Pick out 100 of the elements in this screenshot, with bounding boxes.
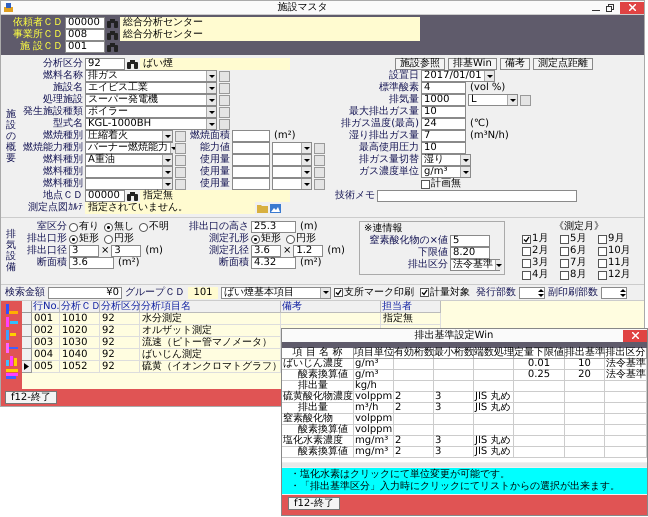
checkbox[interactable] xyxy=(598,258,607,268)
dropdown[interactable] xyxy=(272,178,312,190)
dropdown[interactable]: 2017/01/01 xyxy=(421,70,495,82)
lookup-button[interactable] xyxy=(219,70,230,82)
text-field[interactable]: 3.6 xyxy=(69,257,114,269)
lookup-button[interactable] xyxy=(219,82,230,94)
binoculars-icon[interactable] xyxy=(127,60,138,68)
text-field[interactable]: 00000 xyxy=(65,17,105,29)
binoculars-icon[interactable] xyxy=(127,192,138,200)
image-icon[interactable] xyxy=(270,204,281,212)
row-marker[interactable] xyxy=(22,313,32,325)
toolbar-icon[interactable] xyxy=(6,304,18,314)
dropdown[interactable]: 圧縮着火 xyxy=(85,130,173,142)
checkbox[interactable] xyxy=(560,270,569,280)
row-marker[interactable] xyxy=(22,325,32,337)
lookup-button[interactable] xyxy=(175,142,186,154)
toolbar-icon[interactable] xyxy=(6,317,18,327)
checkbox[interactable] xyxy=(598,234,607,244)
radio-button[interactable] xyxy=(104,222,113,232)
dropdown[interactable]: KGL-1000BH xyxy=(85,118,217,130)
dropdown[interactable]: エイビス工業 xyxy=(85,82,217,94)
row-marker[interactable] xyxy=(22,361,32,373)
row-marker[interactable] xyxy=(22,337,32,349)
command-button[interactable]: 測定点距離 xyxy=(532,58,593,70)
text-field[interactable]: 00000 xyxy=(85,190,125,202)
text-field[interactable]: 25.3 xyxy=(251,221,296,233)
checkbox[interactable] xyxy=(522,234,531,244)
text-field[interactable]: 1000 xyxy=(421,94,466,106)
lookup-button[interactable] xyxy=(219,118,230,130)
checkbox[interactable] xyxy=(421,180,430,188)
toolbar-icon[interactable] xyxy=(6,330,18,340)
dropdown[interactable]: 湿り xyxy=(421,154,471,166)
lookup-button[interactable] xyxy=(219,94,230,106)
exit-button[interactable]: f12-終了 xyxy=(288,497,340,510)
dropdown[interactable]: ボイラー xyxy=(85,106,217,118)
checkbox[interactable] xyxy=(598,246,607,256)
dropdown[interactable]: A重油 xyxy=(85,154,173,166)
checkbox[interactable] xyxy=(560,234,569,244)
command-button[interactable]: 備考 xyxy=(500,58,530,70)
lookup-button[interactable] xyxy=(520,94,531,106)
radio-button[interactable] xyxy=(139,222,148,232)
number-spinner[interactable] xyxy=(601,286,627,298)
text-field[interactable]: 3.6 xyxy=(251,245,281,257)
checkbox[interactable] xyxy=(598,270,607,280)
command-button[interactable]: 施設参照 xyxy=(395,58,445,70)
checkbox[interactable] xyxy=(334,288,343,297)
text-field[interactable] xyxy=(232,142,270,154)
dropdown[interactable]: スーパー発電機 xyxy=(85,94,217,106)
dropdown[interactable]: 法令基準 xyxy=(450,259,500,271)
lookup-button[interactable] xyxy=(219,106,230,118)
text-field[interactable]: 008 xyxy=(65,29,105,41)
lookup-button[interactable] xyxy=(175,154,186,166)
text-field[interactable]: 7 xyxy=(421,130,466,142)
dropdown[interactable] xyxy=(272,154,312,166)
checkbox[interactable] xyxy=(560,246,569,256)
lookup-button[interactable] xyxy=(175,166,186,178)
text-field[interactable]: 4 xyxy=(421,82,466,94)
text-field[interactable]: 24 xyxy=(421,118,466,130)
text-field[interactable]: 5 xyxy=(450,235,490,247)
number-spinner[interactable] xyxy=(519,286,545,298)
text-field[interactable]: 3 xyxy=(69,245,99,257)
text-field[interactable]: ¥0 xyxy=(48,286,122,298)
text-field[interactable]: 92 xyxy=(85,58,125,70)
text-field[interactable]: 8.20 xyxy=(450,247,490,259)
checkbox[interactable] xyxy=(522,246,531,256)
row-marker[interactable] xyxy=(22,349,32,361)
checkbox[interactable] xyxy=(522,270,531,280)
text-field[interactable] xyxy=(232,178,270,190)
lookup-button[interactable] xyxy=(314,166,325,178)
lookup-button[interactable] xyxy=(314,178,325,190)
exit-button[interactable]: f12-終了 xyxy=(5,391,57,404)
text-field[interactable] xyxy=(377,190,577,202)
radio-button[interactable] xyxy=(104,234,113,244)
lookup-button[interactable] xyxy=(314,142,325,154)
text-field[interactable] xyxy=(232,130,270,142)
radio-button[interactable] xyxy=(251,234,260,244)
close-button[interactable] xyxy=(620,2,644,14)
dropdown[interactable]: L xyxy=(468,94,518,106)
checkbox[interactable] xyxy=(560,258,569,268)
maximize-icon[interactable] xyxy=(606,4,614,12)
lookup-button[interactable] xyxy=(314,154,325,166)
text-field[interactable]: 3 xyxy=(111,245,142,257)
text-field[interactable]: 001 xyxy=(65,41,105,53)
radio-button[interactable] xyxy=(286,234,295,244)
checkbox[interactable] xyxy=(420,288,429,297)
text-field[interactable]: 1.2 xyxy=(293,245,324,257)
dropdown[interactable] xyxy=(85,166,173,178)
toolbar-icon[interactable] xyxy=(6,343,18,353)
command-button[interactable]: 排基Win xyxy=(448,58,497,70)
text-field[interactable]: 4.32 xyxy=(251,257,296,269)
toolbar-icon[interactable] xyxy=(6,369,18,379)
lookup-button[interactable] xyxy=(175,178,186,190)
radio-button[interactable] xyxy=(69,222,78,232)
close-button[interactable] xyxy=(623,330,647,342)
lookup-button[interactable] xyxy=(175,130,186,142)
radio-button[interactable] xyxy=(69,234,78,244)
checkbox[interactable] xyxy=(522,258,531,268)
toolbar-icon[interactable] xyxy=(6,356,18,366)
text-field[interactable] xyxy=(232,154,270,166)
text-field[interactable] xyxy=(232,166,270,178)
